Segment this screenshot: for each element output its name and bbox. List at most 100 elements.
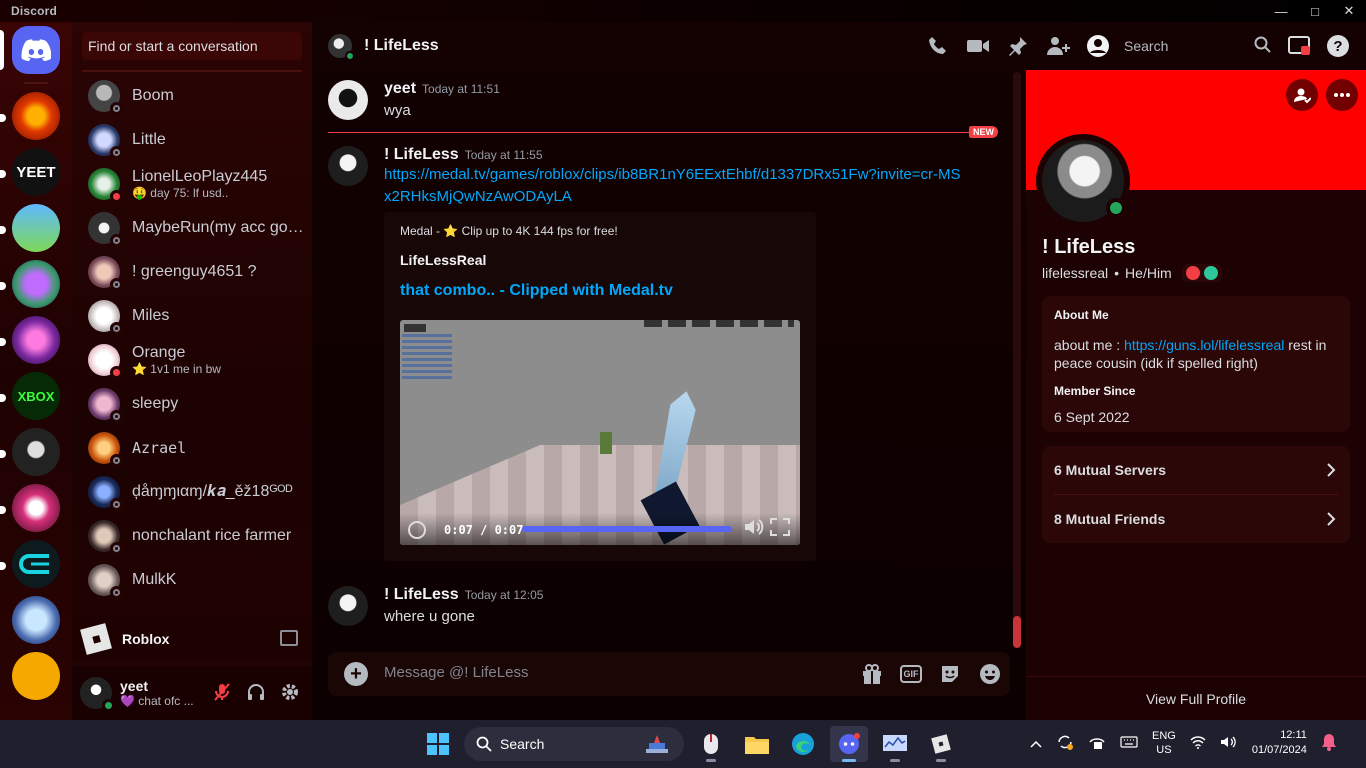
dm-list-item[interactable]: MaybeRun(my acc got... — [80, 206, 304, 250]
taskbar-app-mouse[interactable] — [692, 726, 730, 762]
header-search-input[interactable]: Search — [1120, 34, 1270, 58]
user-profile-toggle-icon[interactable] — [1086, 34, 1110, 58]
close-button[interactable]: ✕ — [1332, 0, 1366, 22]
keyboard-icon[interactable] — [1120, 735, 1138, 751]
embed-provider: Medal - ⭐ Clip up to 4K 144 fps for free… — [400, 224, 618, 238]
server-icon[interactable] — [12, 652, 60, 700]
taskbar-app-roblox[interactable] — [922, 726, 960, 762]
server-icon-yeet[interactable]: YEET — [12, 148, 60, 196]
dm-list-item[interactable]: nonchalant rice farmer — [80, 514, 304, 558]
embedded-video-player[interactable]: 0:07 / 0:07 — [400, 320, 800, 545]
find-conversation-input[interactable]: Find or start a conversation — [82, 32, 302, 60]
server-icon[interactable] — [12, 260, 60, 308]
sync-icon[interactable] — [1056, 733, 1074, 754]
taskbar-search[interactable]: Search — [464, 727, 684, 761]
server-icon[interactable] — [12, 204, 60, 252]
sticker-icon[interactable] — [938, 662, 962, 686]
dm-list-item[interactable]: Azrael — [80, 426, 304, 470]
dm-name: MaybeRun(my acc got... — [132, 219, 304, 236]
status-online-icon — [1106, 198, 1126, 218]
network-shield-icon[interactable] — [1088, 733, 1106, 754]
avatar[interactable] — [328, 146, 368, 186]
minimize-button[interactable]: — — [1264, 0, 1298, 22]
server-icon[interactable] — [12, 428, 60, 476]
message-text: where u gone — [384, 608, 475, 625]
dm-list-item[interactable]: sleepy — [80, 382, 304, 426]
profile-avatar[interactable] — [1036, 134, 1130, 228]
taskbar-app-monitor[interactable] — [876, 726, 914, 762]
dm-list-item[interactable]: Boom — [80, 74, 304, 118]
chat-scrollbar[interactable] — [1013, 72, 1021, 648]
notifications-bell-icon[interactable] — [1321, 733, 1337, 754]
avatar[interactable] — [328, 586, 368, 626]
dm-custom-status: 🤑 day 75: lf usd.. — [132, 186, 229, 200]
dm-list-item[interactable]: Little — [80, 118, 304, 162]
message-composer[interactable]: + Message @! LifeLess GIF — [328, 652, 1010, 696]
fullscreen-icon[interactable] — [770, 518, 790, 539]
embed-author[interactable]: LifeLessReal — [400, 252, 800, 268]
dm-list-item[interactable]: Miles — [80, 294, 304, 338]
message-author[interactable]: ! LifeLess — [384, 146, 459, 163]
view-full-profile-button[interactable]: View Full Profile — [1026, 676, 1366, 720]
mutual-servers-row[interactable]: 6 Mutual Servers — [1042, 446, 1350, 494]
server-icon[interactable] — [12, 92, 60, 140]
taskbar-app-discord[interactable] — [830, 726, 868, 762]
dm-list-item[interactable]: ! greenguy4651 ? — [80, 250, 304, 294]
server-icon[interactable] — [12, 596, 60, 644]
avatar — [88, 432, 123, 467]
avatar[interactable] — [328, 80, 368, 120]
avatar — [88, 300, 123, 335]
taskbar-app-file-explorer[interactable] — [738, 726, 776, 762]
badge-icon[interactable] — [1203, 266, 1218, 280]
inbox-icon[interactable] — [1287, 34, 1311, 61]
emoji-icon[interactable] — [978, 662, 1002, 686]
direct-messages-home-button[interactable] — [12, 26, 60, 74]
more-options-icon[interactable] — [1326, 79, 1358, 111]
dm-list-item[interactable]: LionelLeoPlayz445 🤑 day 75: lf usd.. — [80, 162, 304, 206]
message-input[interactable]: Message @! LifeLess — [384, 664, 528, 681]
add-friends-to-dm-icon[interactable] — [1046, 34, 1070, 58]
show-hidden-icons-chevron-icon[interactable] — [1030, 735, 1042, 751]
help-icon[interactable]: ? — [1326, 34, 1350, 61]
volume-icon[interactable] — [1220, 735, 1238, 752]
maximize-button[interactable]: □ — [1298, 0, 1332, 22]
add-attachment-plus-icon[interactable]: + — [344, 662, 368, 686]
screen-share-icon[interactable] — [280, 630, 298, 646]
mute-microphone-icon[interactable] — [212, 682, 232, 702]
embed-title-link[interactable]: that combo.. - Clipped with Medal.tv — [400, 282, 800, 300]
gif-icon[interactable]: GIF — [900, 665, 922, 683]
gift-icon[interactable] — [860, 662, 884, 686]
scrollbar-thumb[interactable] — [1013, 616, 1021, 648]
dm-list-item[interactable]: ḑåɱɱιαɱ/𝒌𝒂_ěž18ᴳᴼᴰ — [80, 470, 304, 514]
windows-start-icon[interactable] — [426, 732, 450, 759]
replay-icon[interactable] — [408, 521, 426, 539]
taskbar-app-edge[interactable] — [784, 726, 822, 762]
volume-icon[interactable] — [744, 518, 764, 539]
input-language[interactable]: ENG US — [1152, 729, 1176, 757]
wifi-icon[interactable] — [1190, 735, 1206, 752]
settings-gear-icon[interactable] — [280, 682, 300, 702]
dm-list-item[interactable]: Orange ⭐ 1v1 me in bw — [80, 338, 304, 382]
mutual-friends-row[interactable]: 8 Mutual Friends — [1042, 495, 1350, 543]
profile-username[interactable]: lifelessreal — [1042, 265, 1108, 281]
system-clock[interactable]: 12:11 01/07/2024 — [1252, 728, 1307, 758]
message-author[interactable]: ! LifeLess — [384, 586, 459, 603]
server-icon[interactable] — [12, 540, 60, 588]
server-icon-xbox[interactable]: XBOX — [12, 372, 60, 420]
add-friend-icon[interactable] — [1286, 79, 1318, 111]
pinned-messages-icon[interactable] — [1006, 34, 1030, 58]
message-link[interactable]: https://medal.tv/games/roblox/clips/ib8B… — [384, 164, 964, 208]
voice-call-icon[interactable] — [926, 34, 950, 58]
chevron-right-icon — [1326, 511, 1336, 530]
video-progress-bar[interactable] — [522, 526, 732, 532]
avatar[interactable] — [80, 677, 115, 712]
server-icon[interactable] — [12, 316, 60, 364]
video-call-icon[interactable] — [966, 34, 990, 58]
headphones-icon[interactable] — [246, 682, 266, 702]
message-timestamp: Today at 12:05 — [464, 588, 544, 602]
dm-list-item[interactable]: MulkK — [80, 558, 304, 602]
message-author[interactable]: yeet — [384, 80, 416, 97]
badge-icon[interactable] — [1185, 266, 1200, 280]
server-icon[interactable] — [12, 484, 60, 532]
about-link[interactable]: https://guns.lol/lifelessreal — [1124, 337, 1284, 353]
